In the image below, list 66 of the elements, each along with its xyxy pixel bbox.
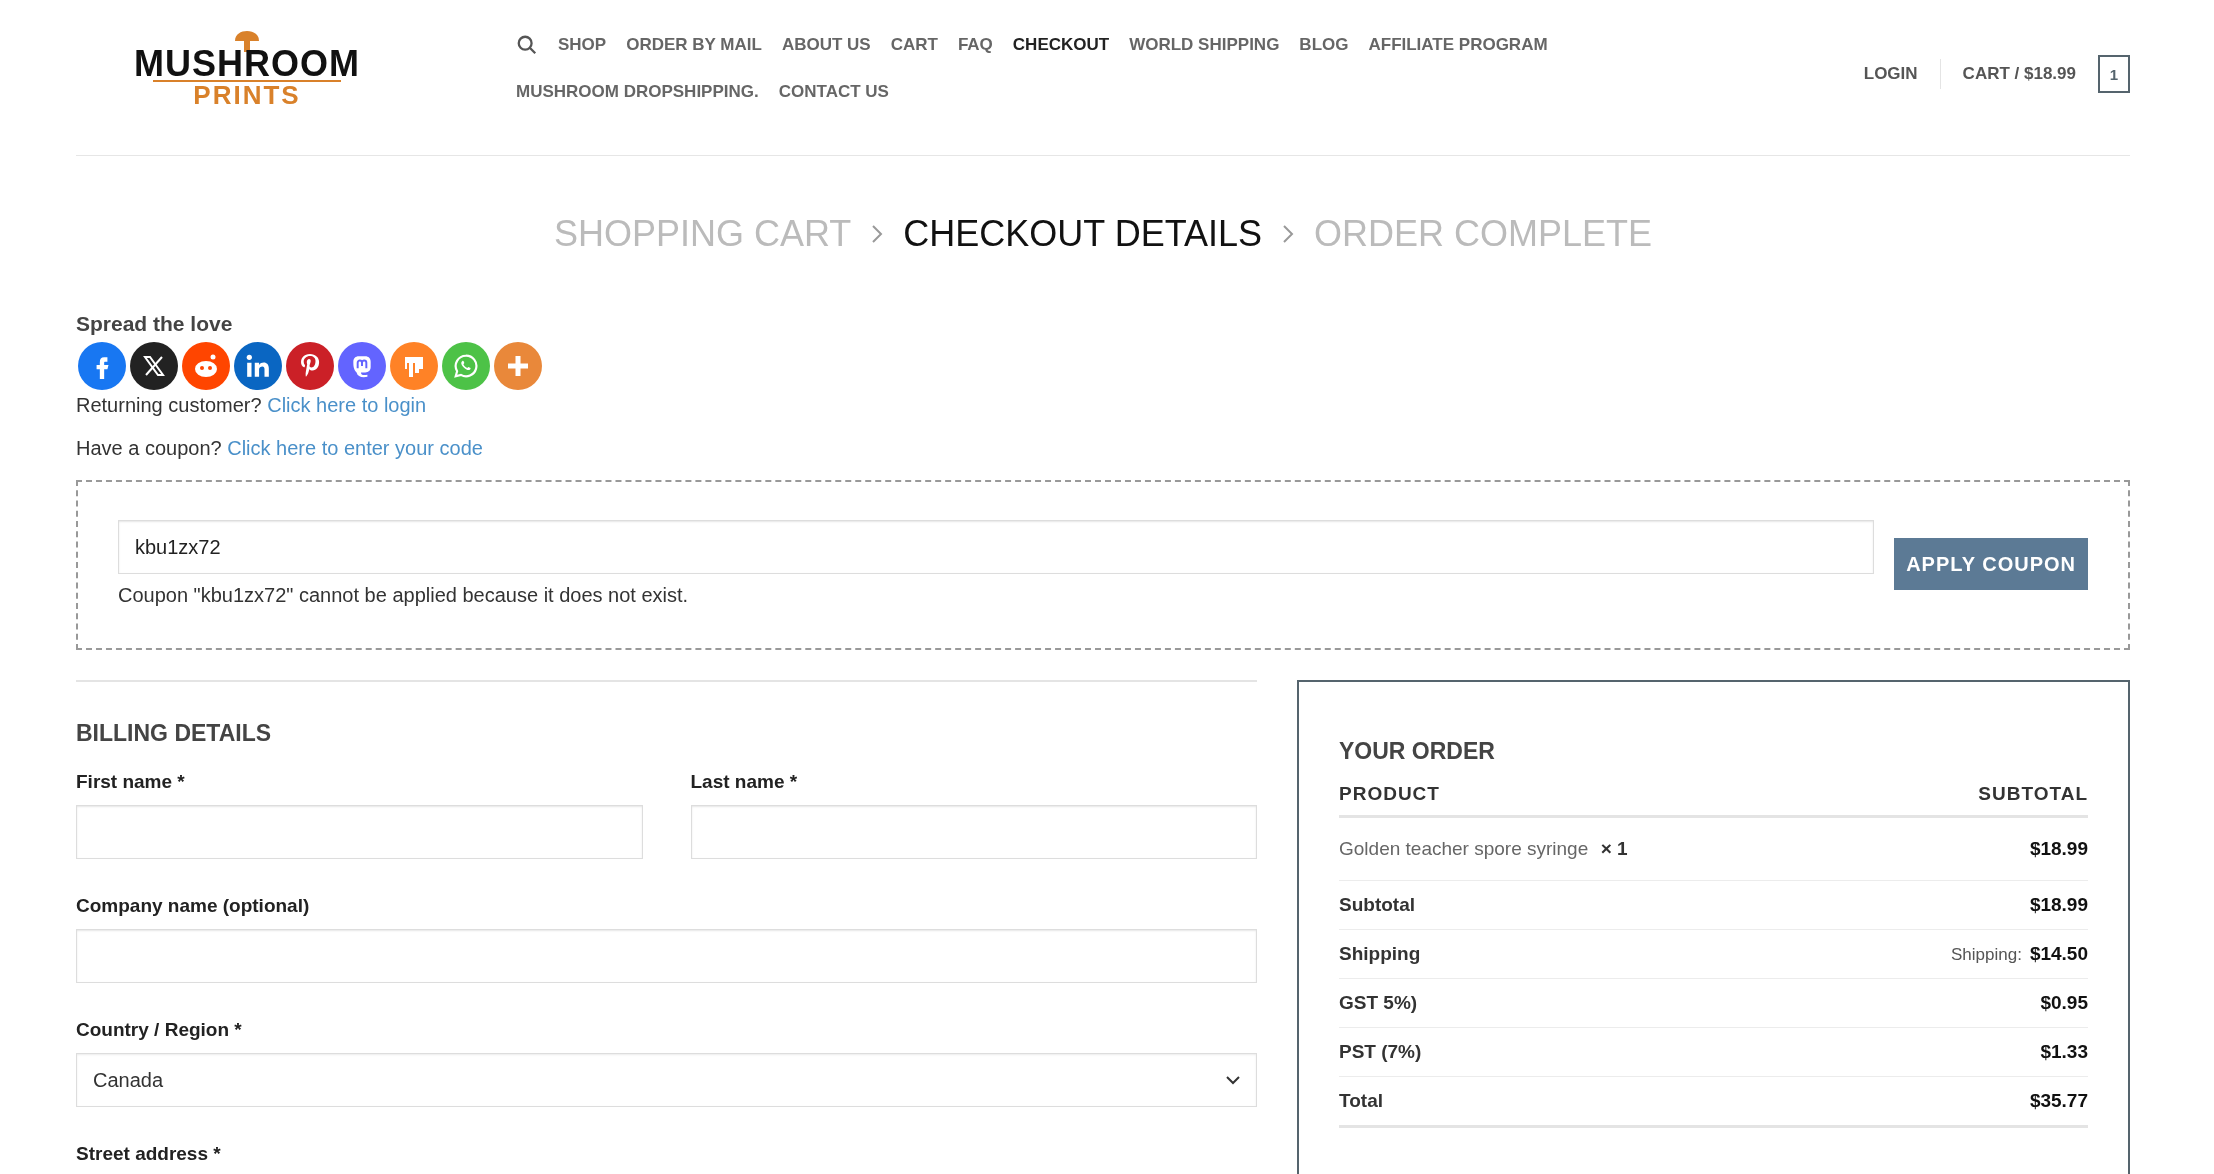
cart-count[interactable]: 1 (2098, 55, 2130, 93)
shipping-label: Shipping: (1951, 945, 2022, 964)
field-label: First name * (76, 771, 186, 793)
notice-link[interactable]: Click here to login (267, 394, 427, 416)
column-header: PRODUCT (1339, 783, 1440, 805)
whatsapp-icon (453, 353, 479, 379)
total-value: $35.77 (2029, 1090, 2088, 1111)
nav-link[interactable]: CHECKOUT (1012, 35, 1110, 55)
mix-icon (402, 354, 426, 378)
coupon-input[interactable]: kbu1zx72 (118, 520, 1875, 574)
nav-link[interactable]: ABOUT US (781, 35, 871, 55)
checkout-step: CHECKOUT DETAILS (903, 213, 1263, 255)
login-link[interactable]: LOGIN (1863, 64, 1918, 84)
cart-link[interactable]: CART / $18.99 (1962, 64, 2076, 84)
plus-icon (506, 354, 530, 378)
product-name: Golden teacher spore syringe (1339, 838, 1589, 859)
nav-link[interactable]: SHOP (558, 35, 607, 55)
total-label: PST (7%) (1339, 1041, 1422, 1063)
total-label: Shipping (1339, 943, 1421, 965)
mushroom-icon (233, 30, 261, 52)
linkedin-icon (245, 353, 271, 379)
logo[interactable]: MUSHROOM PRINTS (76, 0, 376, 108)
total-label: Subtotal (1339, 894, 1415, 916)
total-value: $1.33 (2040, 1041, 2088, 1062)
last-name-input[interactable] (690, 805, 1257, 859)
country-select[interactable]: Canada (76, 1053, 1257, 1107)
chevron-icon (1282, 224, 1295, 244)
total-value: $14.50 (2029, 943, 2088, 964)
column-header: SUBTOTAL (1978, 783, 2088, 805)
product-price: $18.99 (2029, 838, 2088, 860)
total-label: Total (1339, 1090, 1383, 1112)
x-icon (142, 354, 166, 378)
notice-text: Have a coupon? Click here to enter your code (76, 437, 484, 460)
nav-link[interactable]: MUSHROOM DROPSHIPPING. (516, 82, 759, 102)
nav-link[interactable]: AFFILIATE PROGRAM (1368, 35, 1548, 55)
nav-link[interactable]: WORLD SHIPPING (1129, 35, 1280, 55)
logo-subtext: PRINTS (153, 80, 341, 108)
share-button[interactable] (130, 342, 178, 390)
notice-text: Returning customer? Click here to login (76, 394, 428, 417)
notice-link[interactable]: Click here to enter your code (227, 437, 483, 459)
nav-link[interactable]: ORDER BY MAIL (626, 35, 762, 55)
apply-coupon-button[interactable]: APPLY COUPON (1894, 538, 2088, 590)
field-label: Company name (optional) (76, 895, 311, 917)
total-value: $0.95 (2040, 992, 2088, 1013)
checkout-step: SHOPPING CART (553, 213, 852, 255)
order-heading: YOUR ORDER (1339, 738, 1496, 765)
coupon-error: Coupon "kbu1zx72" cannot be applied because it does not exist. (118, 584, 690, 607)
nav-link[interactable]: BLOG (1299, 35, 1349, 55)
caret-icon (1226, 1075, 1240, 1085)
logo-text: MUSHROOM (134, 46, 360, 82)
field-label: Last name * (690, 771, 799, 793)
total-label: GST 5%) (1339, 992, 1418, 1014)
search-icon[interactable] (516, 34, 538, 56)
checkout-step: ORDER COMPLETE (1314, 213, 1653, 255)
product-quantity: × 1 (1600, 838, 1628, 859)
first-name-input[interactable] (76, 805, 643, 859)
nav-link[interactable]: FAQ (957, 35, 993, 55)
share-title: Spread the love (76, 312, 234, 336)
field-label: Country / Region * (76, 1019, 243, 1041)
nav-link[interactable]: CART (890, 35, 938, 55)
billing-heading: BILLING DETAILS (76, 720, 273, 747)
chevron-icon (871, 224, 884, 244)
nav-link[interactable]: CONTACT US (778, 82, 889, 102)
field-label: Street address * (76, 1143, 221, 1164)
total-value: $18.99 (2029, 894, 2088, 915)
company-input[interactable] (76, 929, 1257, 983)
